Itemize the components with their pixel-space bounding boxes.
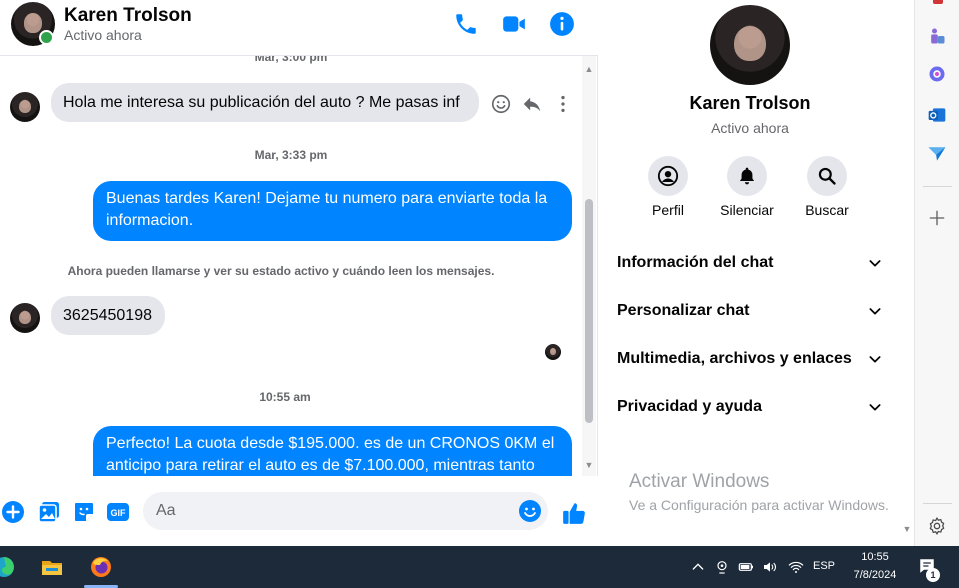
svg-text:GIF: GIF	[111, 508, 127, 518]
chevron-down-icon	[869, 356, 881, 363]
settings-gear-icon[interactable]	[927, 516, 947, 536]
chat-scrollbar[interactable]: ▲ ▼	[582, 56, 596, 476]
video-call-icon[interactable]	[501, 11, 527, 37]
contact-status: Activo ahora	[64, 27, 142, 43]
profile-label: Perfil	[652, 202, 684, 218]
bell-icon	[739, 167, 755, 185]
contact-name[interactable]: Karen Trolson	[64, 5, 192, 27]
emoji-icon[interactable]	[518, 499, 542, 523]
timestamp: 10:55 am	[259, 390, 311, 404]
section-label: Privacidad y ayuda	[617, 398, 762, 415]
clock-time[interactable]: 10:55	[852, 551, 898, 563]
chevron-down-icon	[869, 308, 881, 315]
battery-icon[interactable]	[738, 559, 754, 575]
section-label: Personalizar chat	[617, 302, 750, 319]
search-button[interactable]: Buscar	[787, 156, 867, 218]
windows-taskbar: ESP 10:55 7/8/2024 1	[0, 546, 959, 588]
search-icon	[818, 167, 836, 185]
message-input[interactable]	[143, 492, 548, 530]
chat-pane: Karen Trolson Activo ahora Mar, 3:00 pm …	[0, 0, 598, 546]
section-privacy-help[interactable]: Privacidad y ayuda	[607, 387, 893, 427]
file-explorer-icon[interactable]	[40, 555, 64, 579]
search-label: Buscar	[805, 202, 849, 218]
more-options-icon[interactable]	[552, 93, 574, 115]
add-icon[interactable]	[927, 208, 947, 228]
chevron-down-icon	[869, 404, 881, 411]
gallery-icon[interactable]	[37, 500, 61, 524]
copilot-icon[interactable]	[927, 64, 947, 84]
composer-bar: GIF	[0, 476, 598, 546]
profile-avatar-large[interactable]	[710, 5, 790, 85]
reply-icon[interactable]	[521, 93, 543, 115]
sidebar-divider	[923, 503, 952, 504]
chevron-down-icon	[869, 260, 881, 267]
section-customize-chat[interactable]: Personalizar chat	[607, 291, 893, 331]
sender-avatar[interactable]	[10, 303, 40, 333]
mute-label: Silenciar	[720, 202, 774, 218]
notification-count-badge: 1	[926, 568, 940, 582]
partial-sidebar-icon[interactable]	[933, 0, 943, 4]
sender-avatar[interactable]	[10, 92, 40, 122]
scrollbar-thumb[interactable]	[585, 199, 593, 423]
webcam-icon[interactable]	[714, 559, 730, 575]
section-media-files-links[interactable]: Multimedia, archivos y enlaces	[607, 339, 893, 379]
section-label: Multimedia, archivos y enlaces	[617, 350, 852, 367]
section-chat-info[interactable]: Información del chat	[607, 243, 893, 283]
messenger-window: Karen Trolson Activo ahora Mar, 3:00 pm …	[0, 0, 959, 588]
section-label: Información del chat	[617, 254, 774, 271]
profile-name: Karen Trolson	[689, 93, 811, 113]
chat-header: Karen Trolson Activo ahora	[0, 0, 598, 56]
incoming-message[interactable]: Hola me interesa su publicación del auto…	[51, 83, 479, 122]
incoming-message[interactable]: 3625450198	[51, 296, 165, 335]
mute-button[interactable]: Silenciar	[707, 156, 787, 218]
language-indicator[interactable]: ESP	[813, 560, 835, 572]
sticker-icon[interactable]	[72, 500, 96, 524]
wifi-icon[interactable]	[788, 559, 804, 575]
profile-icon	[657, 165, 679, 187]
system-notice: Ahora pueden llamarse y ver su estado ac…	[67, 264, 495, 278]
gif-icon[interactable]: GIF	[106, 500, 130, 524]
phone-icon[interactable]	[453, 11, 479, 37]
scroll-down-icon[interactable]: ▼	[901, 524, 913, 534]
profile-button[interactable]: Perfil	[628, 156, 708, 218]
scroll-up-icon[interactable]: ▲	[584, 64, 594, 74]
scroll-down-icon[interactable]: ▼	[584, 460, 594, 470]
games-icon[interactable]	[927, 26, 947, 46]
activate-windows-subtitle: Ve a Configuración para activar Windows.	[629, 497, 889, 513]
send-icon[interactable]	[927, 144, 947, 164]
react-emoji-icon[interactable]	[490, 93, 512, 115]
info-icon[interactable]	[549, 11, 575, 37]
timestamp-partial: Mar, 3:00 pm	[254, 56, 328, 64]
outgoing-message[interactable]: Buenas tardes Karen! Dejame tu numero pa…	[93, 181, 572, 241]
volume-icon[interactable]	[762, 559, 778, 575]
message-list: Mar, 3:00 pm Hola me interesa su publica…	[0, 56, 582, 476]
online-indicator	[39, 30, 54, 45]
outlook-icon[interactable]	[927, 105, 947, 125]
profile-status: Activo ahora	[711, 120, 789, 136]
chevron-up-icon[interactable]	[690, 559, 706, 575]
sidebar-divider	[923, 186, 952, 187]
clock-date[interactable]: 7/8/2024	[846, 569, 904, 581]
timestamp: Mar, 3:33 pm	[254, 148, 328, 162]
chat-info-panel: Karen Trolson Activo ahora Perfil Silenc…	[599, 0, 914, 546]
plus-icon[interactable]	[1, 500, 25, 524]
firefox-icon[interactable]	[89, 555, 113, 579]
edge-browser-icon[interactable]	[0, 555, 16, 579]
browser-sidebar	[914, 0, 959, 546]
like-icon[interactable]	[561, 500, 587, 526]
outgoing-message[interactable]: Perfecto! La cuota desde $195.000. es de…	[93, 426, 572, 476]
activate-windows-title: Activar Windows	[629, 471, 770, 492]
seen-indicator-avatar	[545, 344, 561, 360]
